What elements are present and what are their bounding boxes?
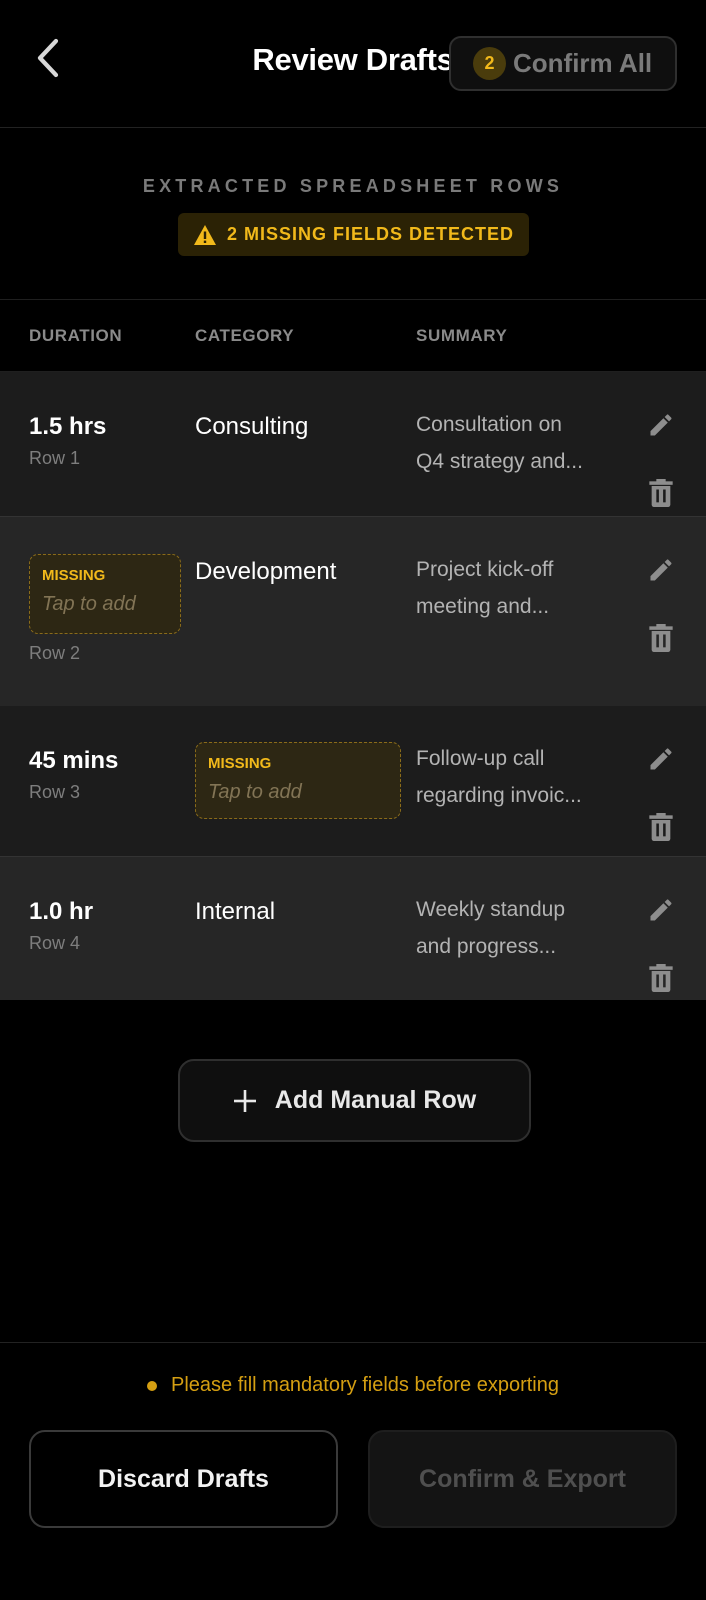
summary-line: regarding invoic... xyxy=(416,784,582,807)
summary-text: Follow-up call regarding invoic... xyxy=(416,740,612,814)
table-row[interactable]: 1.5 hrs Row 1 Consulting Consultation on… xyxy=(0,372,706,516)
add-manual-row-label: Add Manual Row xyxy=(274,1086,477,1114)
warning-triangle-icon xyxy=(193,224,216,245)
edit-row-button[interactable] xyxy=(645,408,677,442)
table-row[interactable]: MISSING Tap to add Row 2 Development Pro… xyxy=(0,517,706,706)
trash-icon xyxy=(649,624,673,652)
missing-hint: Tap to add xyxy=(42,593,136,615)
mandatory-fields-text: Please fill mandatory fields before expo… xyxy=(171,1374,559,1396)
pencil-icon xyxy=(650,899,672,921)
category-missing-field[interactable]: MISSING Tap to add xyxy=(195,742,401,819)
divider xyxy=(0,299,706,300)
edit-row-button[interactable] xyxy=(645,893,677,927)
review-drafts-screen: Review Drafts 2 Confirm All EXTRACTED SP… xyxy=(0,0,706,1600)
delete-row-button[interactable] xyxy=(645,810,677,844)
pencil-icon xyxy=(650,559,672,581)
plus-icon xyxy=(233,1089,256,1112)
row-label: Row 3 xyxy=(29,782,81,802)
row-label: Row 4 xyxy=(29,933,81,953)
row-label: Row 1 xyxy=(29,448,81,468)
edit-row-button[interactable] xyxy=(645,742,677,776)
summary-text: Weekly standup and progress... xyxy=(416,891,612,965)
discard-drafts-label: Discard Drafts xyxy=(98,1464,269,1493)
pencil-icon xyxy=(650,748,672,770)
table-row[interactable]: 45 mins Row 3 MISSING Tap to add Follow-… xyxy=(0,706,706,856)
table-row[interactable]: 1.0 hr Row 4 Internal Weekly standup and… xyxy=(0,857,706,1000)
duration-value: 1.0 hr xyxy=(29,898,94,925)
summary-line: Q4 strategy and... xyxy=(416,450,583,473)
edit-row-button[interactable] xyxy=(645,553,677,587)
summary-line: Consultation on xyxy=(416,413,562,436)
column-header-category: CATEGORY xyxy=(195,326,295,345)
summary-line: meeting and... xyxy=(416,595,550,618)
summary-line: and progress... xyxy=(416,935,557,958)
row-label: Row 2 xyxy=(29,643,81,663)
mandatory-fields-note: Please fill mandatory fields before expo… xyxy=(0,1374,706,1397)
summary-line: Project kick-off xyxy=(416,558,554,581)
duration-value: 1.5 hrs xyxy=(29,413,107,440)
delete-row-button[interactable] xyxy=(645,476,677,510)
confirm-export-label: Confirm & Export xyxy=(419,1464,626,1493)
category-value: Development xyxy=(195,558,337,585)
pending-count-badge: 2 xyxy=(473,47,506,80)
trash-icon xyxy=(649,813,673,841)
trash-icon xyxy=(649,964,673,992)
missing-tag: MISSING xyxy=(42,567,106,584)
summary-line: Weekly standup xyxy=(416,898,566,921)
confirm-export-button[interactable]: Confirm & Export xyxy=(368,1430,677,1528)
confirm-all-label: Confirm All xyxy=(513,48,653,78)
trash-icon xyxy=(649,479,673,507)
duration-value: 45 mins xyxy=(29,747,119,774)
warning-text: 2 MISSING FIELDS DETECTED xyxy=(226,224,515,244)
confirm-all-button[interactable]: 2 Confirm All xyxy=(449,36,677,91)
summary-text: Project kick-off meeting and... xyxy=(416,551,612,625)
delete-row-button[interactable] xyxy=(645,621,677,655)
column-header-duration: DURATION xyxy=(29,326,123,345)
category-value: Consulting xyxy=(195,413,309,440)
duration-missing-field[interactable]: MISSING Tap to add xyxy=(29,554,181,634)
app-header: Review Drafts 2 Confirm All xyxy=(0,0,706,128)
discard-drafts-button[interactable]: Discard Drafts xyxy=(29,1430,338,1528)
missing-hint: Tap to add xyxy=(208,781,302,803)
delete-row-button[interactable] xyxy=(645,961,677,995)
missing-tag: MISSING xyxy=(208,755,272,772)
section-label: EXTRACTED SPREADSHEET ROWS xyxy=(142,176,564,196)
status-dot xyxy=(147,1380,157,1391)
missing-fields-warning: 2 MISSING FIELDS DETECTED xyxy=(178,213,529,256)
summary-line: Follow-up call xyxy=(416,747,545,770)
category-value: Internal xyxy=(195,898,276,925)
summary-text: Consultation on Q4 strategy and... xyxy=(416,406,612,480)
footer-divider xyxy=(0,1342,706,1343)
column-header-summary: SUMMARY xyxy=(416,326,508,345)
add-manual-row-button[interactable]: Add Manual Row xyxy=(178,1059,531,1142)
pencil-icon xyxy=(650,414,672,436)
